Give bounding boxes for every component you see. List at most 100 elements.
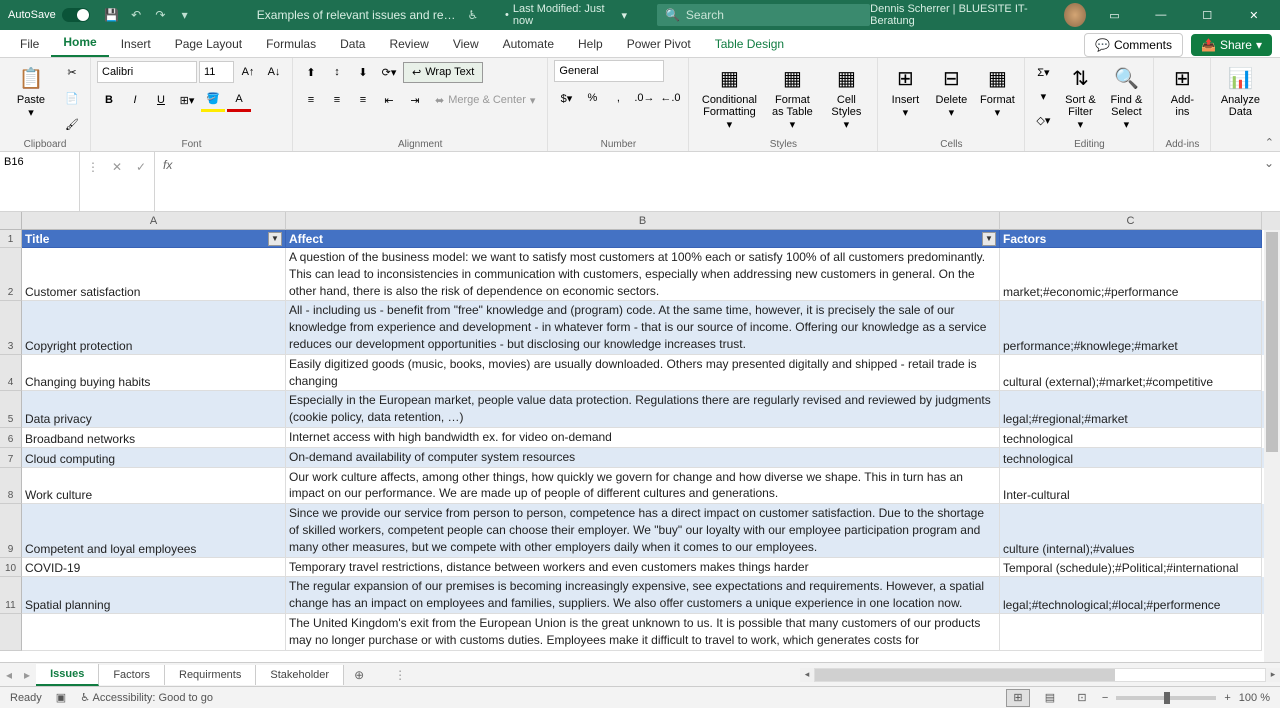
row-header[interactable]: 10 — [0, 558, 22, 578]
font-size-input[interactable] — [199, 61, 234, 83]
font-color-icon[interactable]: A — [227, 88, 251, 112]
autosave-toggle[interactable]: AutoSave — [8, 8, 90, 22]
name-box-input[interactable] — [4, 156, 75, 168]
percent-icon[interactable]: % — [580, 86, 604, 110]
select-all-corner[interactable] — [0, 212, 22, 230]
delete-cells-button[interactable]: ⊟Delete▾ — [930, 60, 972, 121]
cell-factors[interactable]: performance;#knowlege;#market — [1000, 301, 1262, 354]
close-icon[interactable]: ✕ — [1236, 0, 1272, 30]
normal-view-icon[interactable]: ⊞ — [1006, 689, 1030, 707]
zoom-level[interactable]: 100 % — [1239, 692, 1270, 704]
page-break-view-icon[interactable]: ⊡ — [1070, 689, 1094, 707]
tab-data[interactable]: Data — [328, 31, 377, 57]
zoom-out-icon[interactable]: − — [1102, 692, 1108, 704]
maximize-icon[interactable]: ☐ — [1189, 0, 1225, 30]
col-header[interactable]: A — [22, 212, 286, 230]
cell-title[interactable]: Cloud computing — [22, 448, 286, 468]
accessibility-icon[interactable]: ♿︎ — [463, 4, 483, 26]
tab-help[interactable]: Help — [566, 31, 615, 57]
save-icon[interactable]: 💾 — [102, 4, 122, 26]
hscroll-left-icon[interactable]: ◂ — [800, 669, 814, 680]
cell-factors[interactable]: technological — [1000, 428, 1262, 448]
macro-record-icon[interactable]: ▣ — [56, 691, 66, 704]
cell-affect[interactable]: Temporary travel restrictions, distance … — [286, 558, 1000, 578]
cell-factors[interactable]: technological — [1000, 448, 1262, 468]
scrollbar-thumb[interactable] — [1266, 232, 1278, 452]
row-header[interactable]: 6 — [0, 428, 22, 448]
align-top-icon[interactable]: ⬆ — [299, 60, 323, 84]
zoom-thumb[interactable] — [1164, 692, 1170, 704]
col-header[interactable]: C — [1000, 212, 1262, 230]
sheet-tab[interactable]: Issues — [36, 664, 99, 686]
addins-button[interactable]: ⊞Add-ins — [1160, 60, 1204, 120]
cell-title[interactable]: Work culture — [22, 468, 286, 505]
redo-icon[interactable]: ↷ — [150, 4, 170, 26]
qat-dropdown-icon[interactable]: ▾ — [175, 4, 195, 26]
decrease-font-icon[interactable]: A↓ — [262, 60, 286, 84]
cell-title[interactable]: COVID-19 — [22, 558, 286, 578]
zoom-slider[interactable] — [1116, 696, 1216, 700]
cell-title[interactable]: Competent and loyal employees — [22, 504, 286, 557]
border-icon[interactable]: ⊞▾ — [175, 88, 199, 112]
analyze-data-button[interactable]: 📊Analyze Data — [1217, 60, 1263, 120]
cell-affect[interactable]: Internet access with high bandwidth ex. … — [286, 428, 1000, 448]
cell-affect[interactable]: All - including us - benefit from "free"… — [286, 301, 1000, 354]
fb-dropdown-icon[interactable]: ⋮ — [84, 158, 102, 176]
sort-filter-button[interactable]: ⇅Sort & Filter▾ — [1059, 60, 1101, 133]
scrollbar-thumb[interactable] — [815, 669, 1115, 681]
cell-affect[interactable]: A question of the business model: we wan… — [286, 248, 1000, 301]
undo-icon[interactable]: ↶ — [126, 4, 146, 26]
row-header[interactable]: 2 — [0, 248, 22, 301]
row-header[interactable]: 5 — [0, 391, 22, 428]
increase-decimal-icon[interactable]: .0→ — [632, 86, 656, 110]
align-right-icon[interactable]: ≡ — [351, 88, 375, 112]
clear-icon[interactable]: ◇▾ — [1031, 108, 1055, 132]
tab-table-design[interactable]: Table Design — [703, 31, 796, 57]
tab-page-layout[interactable]: Page Layout — [163, 31, 254, 57]
tab-formulas[interactable]: Formulas — [254, 31, 328, 57]
enter-formula-icon[interactable]: ✓ — [132, 158, 150, 176]
align-bottom-icon[interactable]: ⬇ — [351, 60, 375, 84]
conditional-formatting-button[interactable]: ▦Conditional Formatting▾ — [695, 60, 763, 133]
col-header[interactable]: B — [286, 212, 1000, 230]
copy-icon[interactable]: 📄 — [60, 86, 84, 110]
cell-affect[interactable]: Our work culture affects, among other th… — [286, 468, 1000, 505]
user-name[interactable]: Dennis Scherrer | BLUESITE IT-Beratung — [870, 3, 1054, 27]
filter-dropdown-icon[interactable]: ▼ — [982, 232, 996, 246]
table-header-cell[interactable]: Affect▼ — [286, 230, 1000, 248]
format-cells-button[interactable]: ▦Format▾ — [976, 60, 1018, 121]
cell-factors[interactable] — [1000, 614, 1262, 651]
row-header[interactable]: 4 — [0, 355, 22, 392]
fill-color-icon[interactable]: 🪣 — [201, 88, 225, 112]
table-header-cell[interactable]: Factors — [1000, 230, 1262, 248]
vertical-scrollbar[interactable] — [1264, 230, 1280, 662]
find-select-button[interactable]: 🔍Find & Select▾ — [1105, 60, 1147, 133]
cancel-formula-icon[interactable]: ✕ — [108, 158, 126, 176]
cell-factors[interactable]: market;#economic;#performance — [1000, 248, 1262, 301]
format-painter-icon[interactable]: 🖌 — [60, 112, 84, 136]
row-header[interactable] — [0, 614, 22, 651]
sheet-nav-next-icon[interactable]: ▸ — [18, 668, 36, 682]
cell-factors[interactable]: legal;#technological;#local;#performence — [1000, 577, 1262, 614]
cell-title[interactable]: Data privacy — [22, 391, 286, 428]
row-header[interactable]: 8 — [0, 468, 22, 505]
cell-factors[interactable]: culture (internal);#values — [1000, 504, 1262, 557]
sheet-tab[interactable]: Stakeholder — [256, 665, 344, 685]
cell-styles-button[interactable]: ▦Cell Styles▾ — [821, 60, 871, 133]
cut-icon[interactable]: ✂ — [60, 60, 84, 84]
comments-button[interactable]: 💬 Comments — [1084, 33, 1183, 57]
cell-title[interactable]: Copyright protection — [22, 301, 286, 354]
cell-affect[interactable]: Especially in the European market, peopl… — [286, 391, 1000, 428]
increase-font-icon[interactable]: A↑ — [236, 60, 260, 84]
collapse-ribbon-icon[interactable]: ⌃ — [1265, 136, 1274, 149]
formula-input[interactable]: fx⌄ — [155, 152, 1280, 211]
row-header[interactable]: 1 — [0, 230, 22, 248]
cell-factors[interactable]: cultural (external);#market;#competitive — [1000, 355, 1262, 392]
cell-affect[interactable]: The United Kingdom's exit from the Europ… — [286, 614, 1000, 651]
merge-center-button[interactable]: ⬌ Merge & Center ▾ — [429, 91, 541, 110]
row-header[interactable]: 7 — [0, 448, 22, 468]
table-header-cell[interactable]: Title▼ — [22, 230, 286, 248]
row-header[interactable]: 11 — [0, 577, 22, 614]
align-center-icon[interactable]: ≡ — [325, 88, 349, 112]
cell-affect[interactable]: Since we provide our service from person… — [286, 504, 1000, 557]
